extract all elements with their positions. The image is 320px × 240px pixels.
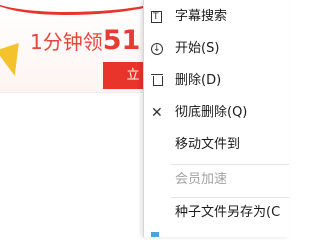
- promo-amount: 51: [102, 25, 141, 56]
- promo-prefix: 1分钟领: [30, 30, 103, 54]
- menu-item-label: 种子文件另存为(C: [175, 205, 281, 220]
- download-circle-icon: [151, 35, 163, 63]
- menu-item-label: 字幕搜索: [175, 9, 228, 24]
- menu-item-subtitle-search[interactable]: 字幕搜索: [144, 2, 289, 32]
- next-item-icon-partial: [151, 232, 159, 237]
- promo-banner: 1分钟领51 立: [0, 0, 150, 237]
- menu-item-save-torrent-as[interactable]: 种子文件另存为(C: [144, 198, 289, 228]
- menu-item-label: 彻底删除(Q): [175, 105, 248, 120]
- menu-item-label: 开始(S): [175, 41, 220, 56]
- menu-item-delete[interactable]: 删除(D): [144, 66, 289, 96]
- menu-item-start[interactable]: 开始(S): [144, 34, 289, 64]
- trash-icon: [151, 74, 163, 86]
- context-menu: 字幕搜索 开始(S) 删除(D) ✕ 彻底删除(Q) 移动文件到 会员加速 种子…: [143, 0, 289, 237]
- promo-text: 1分钟领51: [30, 27, 140, 56]
- menu-item-move-file[interactable]: 移动文件到: [144, 130, 289, 160]
- close-x-icon: ✕: [151, 105, 163, 121]
- menu-item-delete-permanently[interactable]: ✕ 彻底删除(Q): [144, 98, 289, 128]
- subtitle-t-icon: [151, 3, 162, 31]
- menu-item-label: 删除(D): [175, 73, 222, 88]
- menu-item-vip-speedup: 会员加速: [144, 165, 289, 195]
- menu-item-label: 会员加速: [175, 172, 228, 187]
- menu-item-label: 移动文件到: [175, 137, 241, 152]
- banner-divider: [0, 92, 150, 93]
